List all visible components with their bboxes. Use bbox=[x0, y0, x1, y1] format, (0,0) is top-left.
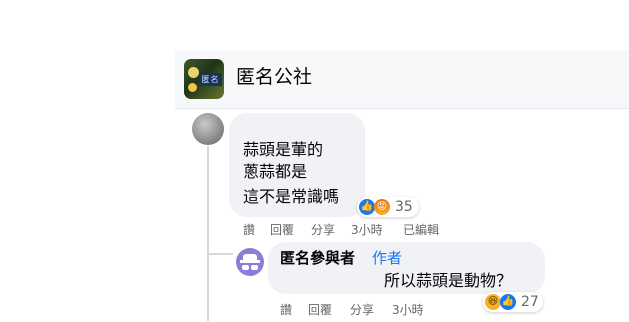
anonymous-avatar-icon[interactable] bbox=[236, 248, 264, 276]
edited-label: 已編輯 bbox=[403, 223, 440, 237]
comment-text-line: 這不是常識嗎 bbox=[243, 187, 340, 206]
avatar-sign-text: 匿名 bbox=[199, 73, 222, 86]
comment-text-line: 蔥蒜都是 bbox=[243, 162, 308, 181]
like-icon: 👍 bbox=[359, 199, 375, 215]
reaction-count: 35 bbox=[395, 199, 413, 215]
like-link[interactable]: 讚 bbox=[243, 222, 255, 238]
reply-author-name[interactable]: 匿名參與者 bbox=[280, 248, 355, 268]
comment-reactions[interactable]: 👍 😡 35 bbox=[357, 197, 419, 217]
like-icon: 👍 bbox=[500, 294, 516, 310]
group-avatar[interactable]: 匿名 bbox=[184, 59, 224, 99]
thread-connector bbox=[207, 253, 233, 255]
share-link[interactable]: 分享 bbox=[311, 222, 335, 238]
reply-reactions[interactable]: 😆 👍 27 bbox=[483, 292, 543, 312]
group-name[interactable]: 匿名公社 bbox=[236, 64, 312, 90]
thread-line bbox=[207, 146, 209, 321]
timestamp[interactable]: 3小時 bbox=[351, 222, 383, 238]
reply-text: 所以蒜頭是動物？ bbox=[384, 271, 513, 290]
angry-icon: 😡 bbox=[374, 199, 390, 215]
reaction-count: 27 bbox=[521, 294, 539, 310]
haha-icon: 😆 bbox=[485, 294, 501, 310]
redacted-commenter-name bbox=[246, 117, 332, 127]
like-link[interactable]: 讚 bbox=[280, 302, 292, 318]
author-badge: 作者 bbox=[372, 249, 403, 267]
timestamp[interactable]: 3小時 bbox=[392, 302, 424, 318]
share-link[interactable]: 分享 bbox=[350, 302, 374, 318]
reply-link[interactable]: 回覆 bbox=[308, 302, 332, 318]
avatar-decoration bbox=[188, 83, 197, 92]
reply-link[interactable]: 回覆 bbox=[270, 222, 294, 238]
comment-text-line: 蒜頭是葷的 bbox=[243, 140, 324, 159]
avatar-decoration bbox=[188, 67, 199, 78]
commenter-avatar[interactable] bbox=[192, 113, 224, 145]
